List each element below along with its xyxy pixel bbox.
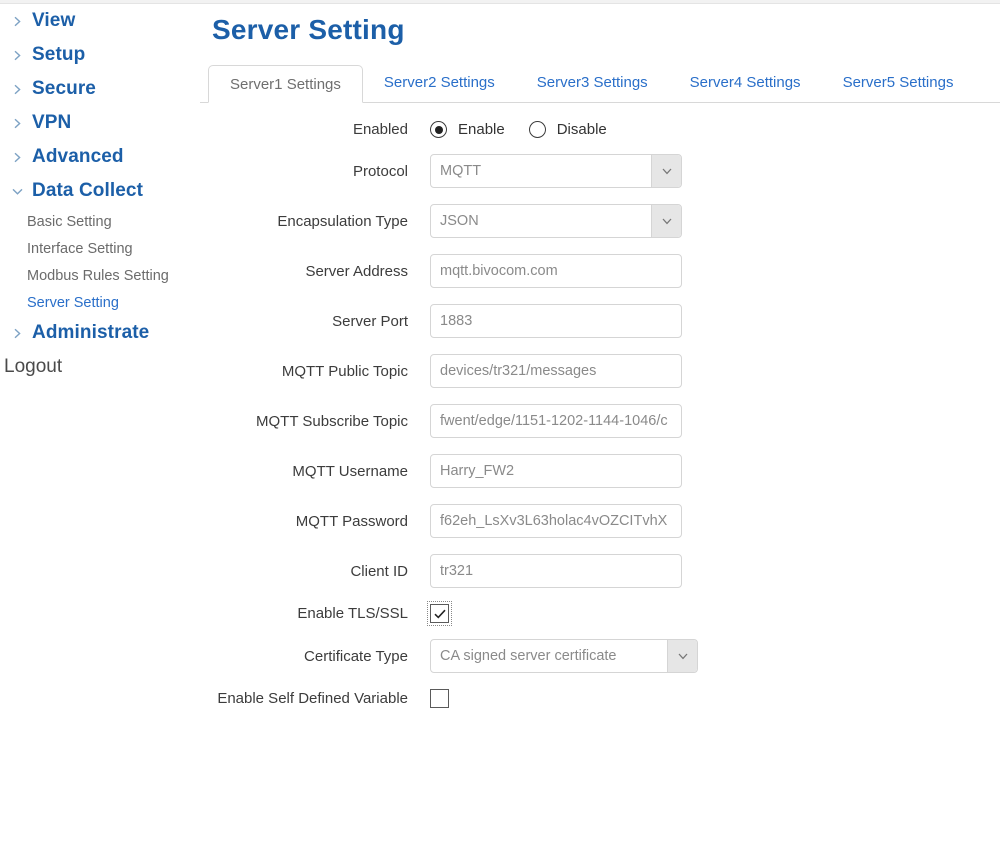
form-row-server-address: Server Address	[200, 254, 1000, 288]
logout-label: Logout	[4, 356, 63, 377]
chevron-right-icon	[6, 322, 28, 344]
certificate-type-value: CA signed server certificate	[440, 648, 617, 664]
form-row-protocol: Protocol MQTT	[200, 154, 1000, 188]
mqtt-subscribe-topic-input[interactable]	[430, 404, 682, 438]
tab-server2-settings[interactable]: Server2 Settings	[363, 64, 516, 102]
client-id-label: Client ID	[350, 562, 408, 580]
tab-label: Server2 Settings	[383, 74, 495, 91]
radio-disable-circle	[528, 121, 546, 138]
chevron-down-icon	[667, 640, 697, 672]
chevron-down-icon	[6, 180, 28, 202]
mqtt-subscribe-topic-label: MQTT Subscribe Topic	[256, 412, 408, 430]
enabled-label: Enabled	[352, 121, 408, 138]
tab-label: Server5 Settings	[842, 74, 954, 91]
server-address-input[interactable]	[430, 254, 682, 288]
tab-server3-settings[interactable]: Server3 Settings	[516, 64, 669, 102]
enable-tls-ssl-checkbox[interactable]	[427, 601, 452, 626]
chevron-right-icon	[6, 78, 28, 100]
certificate-type-select[interactable]: CA signed server certificate	[430, 639, 698, 673]
server-port-label: Server Port	[332, 312, 408, 330]
mqtt-username-label: MQTT Username	[292, 462, 408, 480]
sidebar-item-label: Advanced	[32, 146, 124, 167]
check-icon	[433, 609, 446, 619]
tab-label: Server3 Settings	[536, 74, 648, 91]
chevron-down-icon	[651, 155, 681, 187]
tab-bar: Server1 Settings Server2 Settings Server…	[200, 64, 1000, 103]
radio-enable-label: Enable	[458, 121, 505, 138]
logout-link[interactable]: Logout	[0, 350, 200, 384]
sidebar-subitem-label: Basic Setting	[27, 213, 112, 230]
sidebar-item-view[interactable]: View	[0, 4, 200, 38]
sidebar-subitem-label: Server Setting	[27, 294, 119, 311]
encapsulation-type-select[interactable]: JSON	[430, 204, 682, 238]
form-row-client-id: Client ID	[200, 554, 1000, 588]
form-row-encapsulation-type: Encapsulation Type JSON	[200, 204, 1000, 238]
mqtt-public-topic-input[interactable]	[430, 354, 682, 388]
radio-disable-label: Disable	[556, 121, 607, 138]
protocol-label: Protocol	[352, 162, 408, 180]
mqtt-password-label: MQTT Password	[295, 512, 408, 530]
mqtt-public-topic-label: MQTT Public Topic	[281, 362, 408, 380]
server-settings-form: Enabled Enable Disable Protocol MQTT Enc…	[200, 103, 1000, 708]
page-title: Server Setting	[212, 14, 405, 45]
client-id-input[interactable]	[430, 554, 682, 588]
chevron-right-icon	[6, 146, 28, 168]
encapsulation-type-value: JSON	[440, 213, 479, 229]
form-row-mqtt-subscribe-topic: MQTT Subscribe Topic	[200, 404, 1000, 438]
radio-disable[interactable]: Disable	[528, 121, 607, 138]
protocol-value: MQTT	[440, 163, 482, 179]
form-row-mqtt-password: MQTT Password	[200, 504, 1000, 538]
enable-self-defined-variable-label: Enable Self Defined Variable	[217, 690, 408, 707]
server-setting-page: View Setup Secure VPN Advanced Data Coll…	[0, 0, 1000, 846]
encapsulation-type-label: Encapsulation Type	[277, 212, 408, 230]
tab-server5-settings[interactable]: Server5 Settings	[822, 64, 975, 102]
sidebar-subitem-modbus-rules-setting[interactable]: Modbus Rules Setting	[0, 262, 200, 289]
form-row-enable-self-defined-variable: Enable Self Defined Variable	[200, 689, 1000, 708]
form-row-enabled: Enabled Enable Disable	[200, 121, 1000, 138]
form-row-enable-tls-ssl: Enable TLS/SSL	[200, 601, 1000, 626]
certificate-type-label: Certificate Type	[304, 647, 408, 665]
sidebar-subitem-server-setting[interactable]: Server Setting	[0, 289, 200, 316]
sidebar-item-data-collect[interactable]: Data Collect	[0, 174, 200, 208]
protocol-select[interactable]: MQTT	[430, 154, 682, 188]
radio-enable[interactable]: Enable	[430, 121, 505, 138]
enable-self-defined-variable-checkbox[interactable]	[430, 689, 449, 708]
sidebar-item-label: VPN	[32, 112, 72, 133]
tab-label: Server1 Settings	[230, 76, 341, 93]
form-row-server-port: Server Port	[200, 304, 1000, 338]
form-row-mqtt-public-topic: MQTT Public Topic	[200, 354, 1000, 388]
sidebar-item-label: Setup	[32, 44, 86, 65]
sidebar-item-label: View	[32, 10, 76, 31]
sidebar-item-label: Secure	[32, 78, 96, 99]
tab-label: Server4 Settings	[689, 74, 801, 91]
mqtt-username-input[interactable]	[430, 454, 682, 488]
sidebar-subitem-interface-setting[interactable]: Interface Setting	[0, 235, 200, 262]
enable-tls-ssl-label: Enable TLS/SSL	[297, 605, 408, 622]
form-row-certificate-type: Certificate Type CA signed server certif…	[200, 639, 1000, 673]
sidebar-item-setup[interactable]: Setup	[0, 38, 200, 72]
chevron-down-icon	[651, 205, 681, 237]
server-address-label: Server Address	[305, 262, 408, 280]
sidebar-subitem-basic-setting[interactable]: Basic Setting	[0, 208, 200, 235]
sidebar-item-secure[interactable]: Secure	[0, 72, 200, 106]
sidebar-item-label: Administrate	[32, 322, 150, 343]
sidebar-item-administrate[interactable]: Administrate	[0, 316, 200, 350]
sidebar-subitem-label: Modbus Rules Setting	[27, 267, 169, 284]
radio-enable-circle	[430, 121, 447, 138]
mqtt-password-input[interactable]	[430, 504, 682, 538]
form-row-mqtt-username: MQTT Username	[200, 454, 1000, 488]
server-port-input[interactable]	[430, 304, 682, 338]
enabled-radio-group: Enable Disable	[430, 121, 631, 138]
main-content: Server Setting Server1 Settings Server2 …	[200, 4, 1000, 724]
chevron-right-icon	[6, 10, 28, 32]
chevron-right-icon	[6, 112, 28, 134]
chevron-right-icon	[6, 44, 28, 66]
tab-server1-settings[interactable]: Server1 Settings	[208, 65, 363, 103]
sidebar-item-label: Data Collect	[32, 180, 144, 201]
sidebar: View Setup Secure VPN Advanced Data Coll…	[0, 4, 200, 846]
tab-server4-settings[interactable]: Server4 Settings	[669, 64, 822, 102]
sidebar-item-vpn[interactable]: VPN	[0, 106, 200, 140]
sidebar-item-advanced[interactable]: Advanced	[0, 140, 200, 174]
sidebar-subitem-label: Interface Setting	[27, 240, 133, 257]
